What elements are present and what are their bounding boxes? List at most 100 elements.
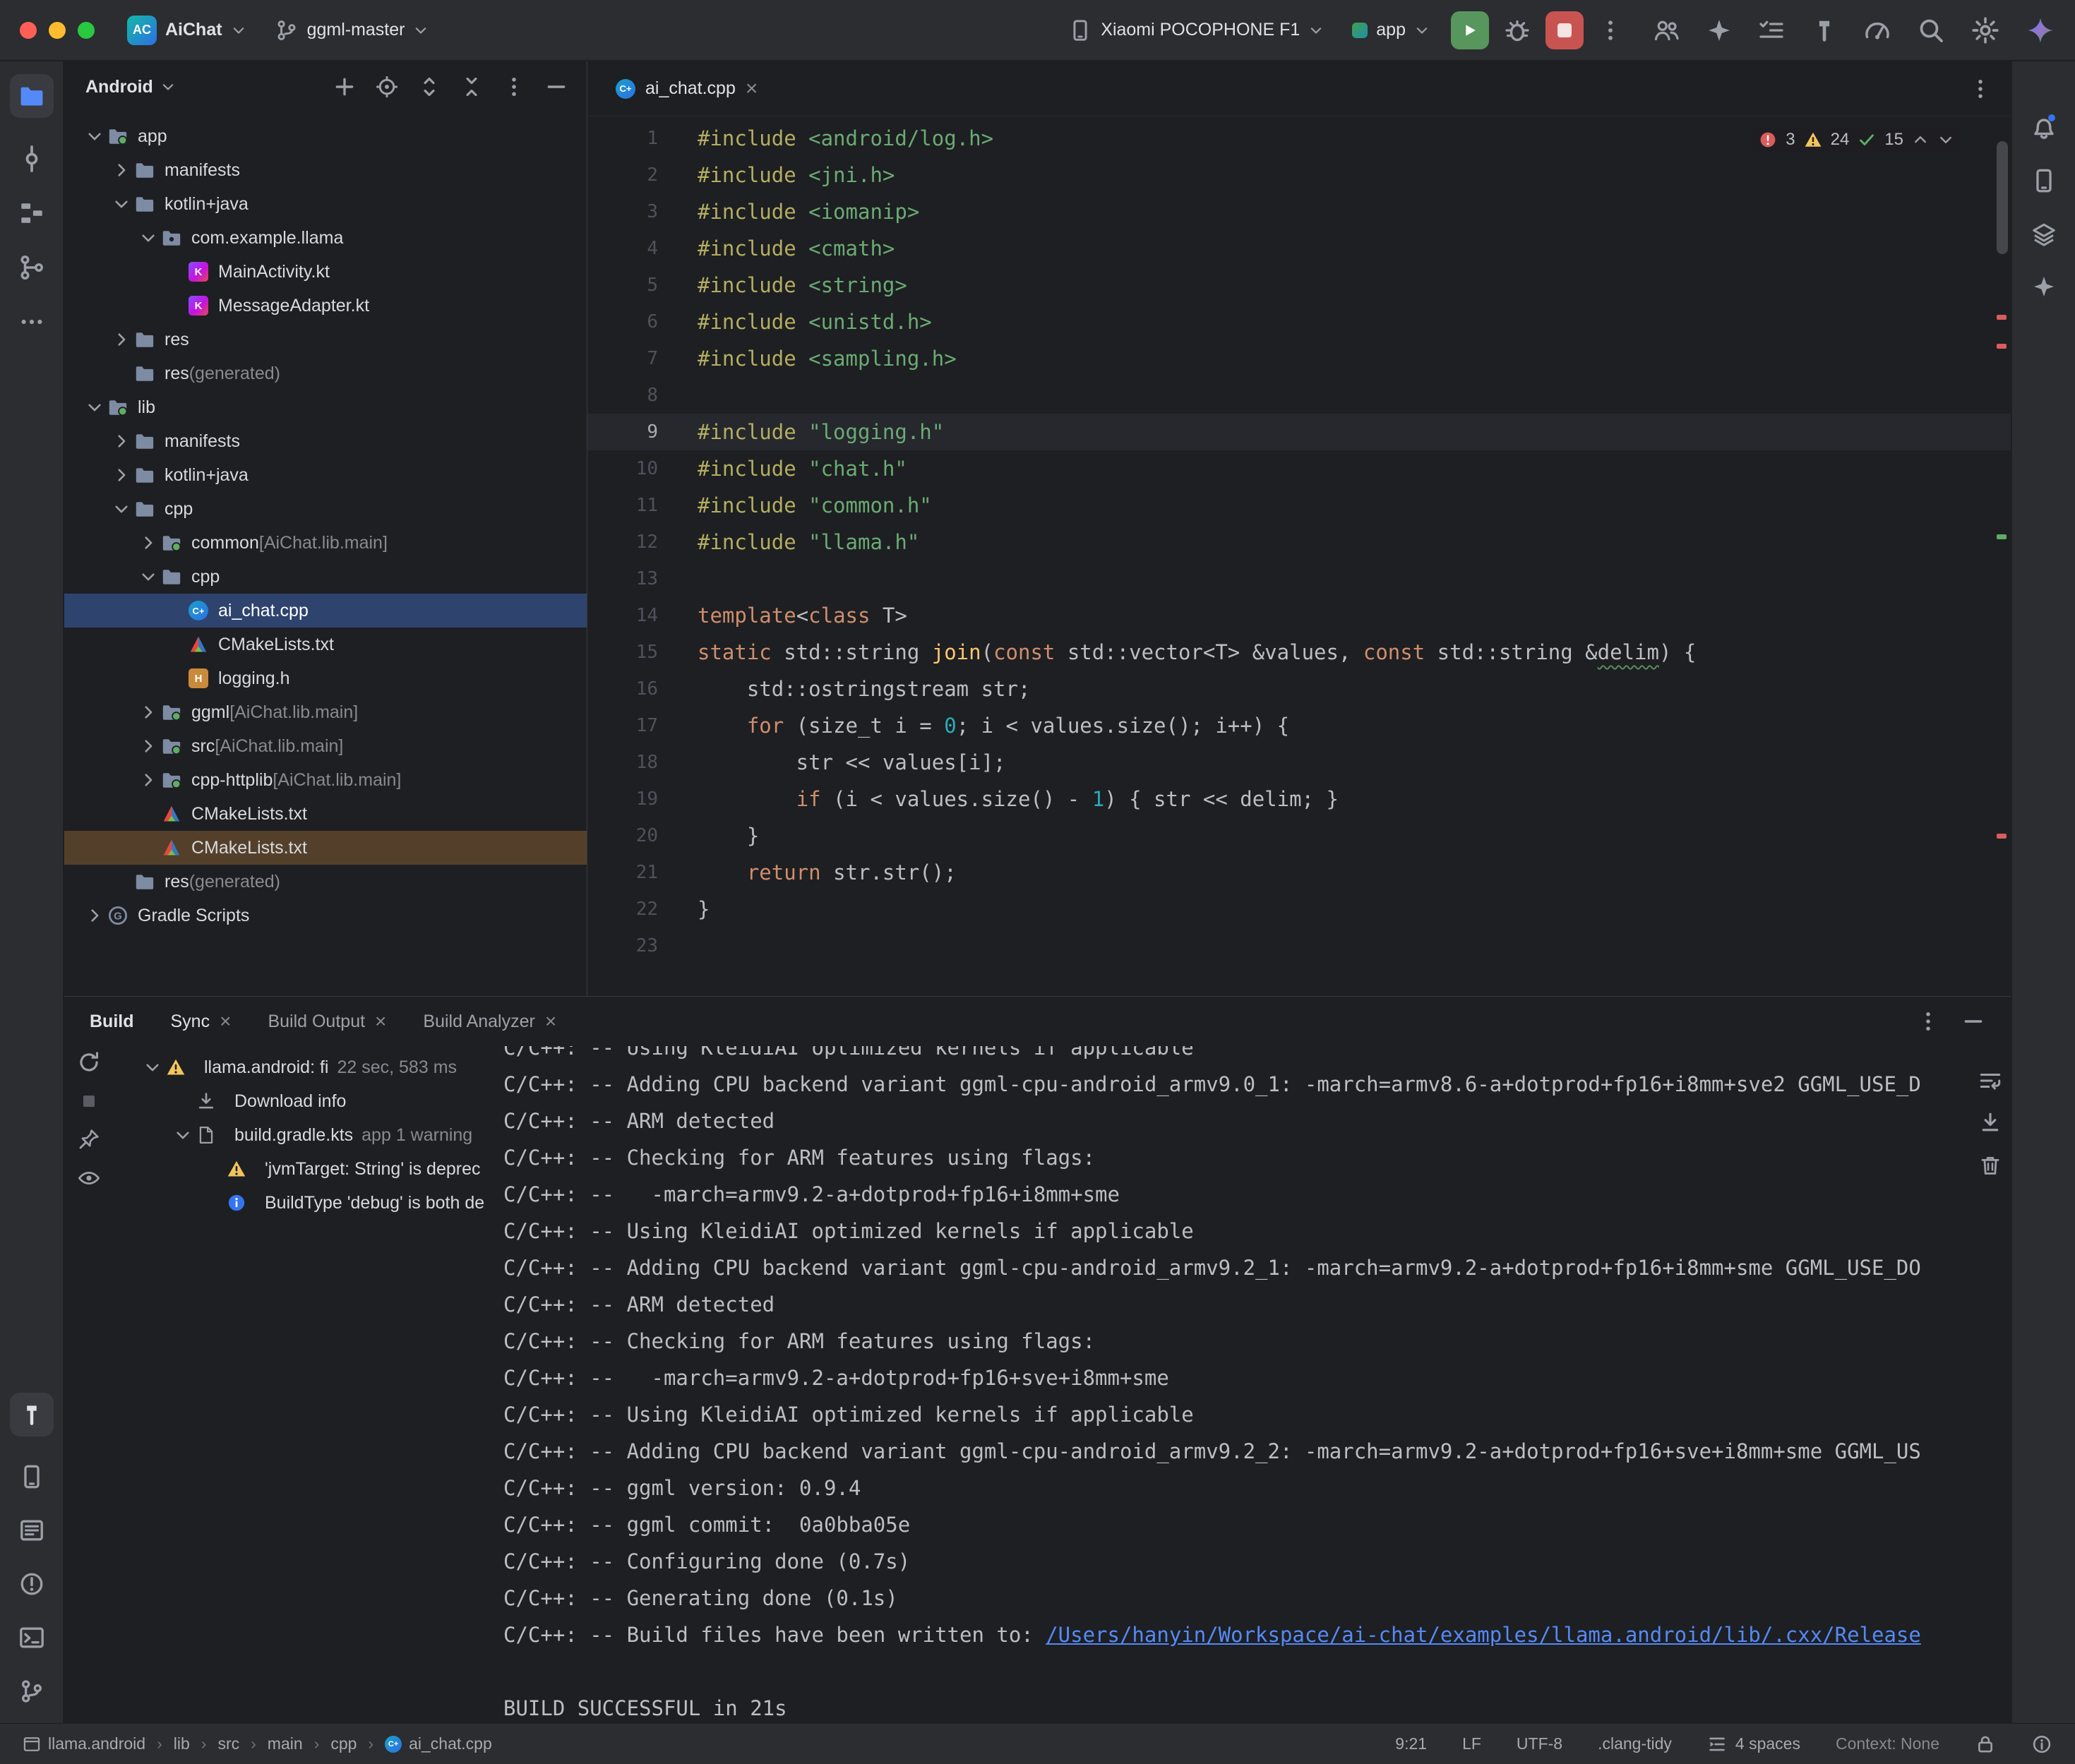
chevron-down-icon[interactable] (138, 229, 159, 247)
line-separator-widget[interactable]: LF (1462, 1734, 1481, 1753)
logcat-tool-button[interactable] (18, 1517, 45, 1544)
code-line[interactable]: 13 (587, 560, 2011, 597)
chevron-right-icon[interactable] (138, 703, 159, 721)
code-line[interactable]: 11#include "common.h" (587, 487, 2011, 524)
tree-item[interactable]: KMainActivity.kt (64, 255, 587, 289)
next-problem-icon[interactable] (1937, 131, 1954, 148)
todo-icon[interactable] (1757, 16, 1786, 44)
ai-assistant-icon[interactable] (1706, 18, 1732, 43)
chevron-down-icon[interactable] (84, 127, 105, 145)
encoding-widget[interactable]: UTF-8 (1517, 1734, 1562, 1753)
expand-all-icon[interactable] (417, 75, 441, 99)
editor-tab[interactable]: C+ ai_chat.cpp × (599, 61, 775, 116)
stop-build-icon[interactable] (78, 1090, 100, 1112)
error-stripe-mark[interactable] (1997, 834, 2007, 839)
code-line[interactable]: 18 str << values[i]; (587, 744, 2011, 781)
code-line[interactable]: 2#include <jni.h> (587, 157, 2011, 193)
stop-button[interactable] (1545, 11, 1584, 49)
structure-tool-button[interactable] (18, 200, 45, 227)
code-line[interactable]: 21 return str.str(); (587, 854, 2011, 891)
breadcrumb-item[interactable]: llama.android (23, 1734, 145, 1753)
tree-item[interactable]: CMakeLists.txt (64, 628, 587, 661)
code-line[interactable]: 22} (587, 891, 2011, 928)
settings-icon[interactable] (1971, 16, 2000, 45)
tree-item[interactable]: src [AiChat.lib.main] (64, 729, 587, 763)
more-tool-windows-icon[interactable] (18, 308, 45, 335)
status-info-icon[interactable] (2031, 1734, 2052, 1755)
chevron-right-icon[interactable] (111, 432, 132, 450)
tree-item[interactable]: kotlin+java (64, 187, 587, 221)
build-tree-item[interactable]: build.gradle.ktsapp 1 warning (114, 1118, 503, 1152)
build-project-icon[interactable] (1811, 17, 1838, 44)
project-tool-button[interactable] (10, 74, 54, 118)
run-button[interactable] (1451, 11, 1489, 49)
notifications-icon[interactable] (2030, 112, 2058, 140)
code-with-me-icon[interactable] (1653, 16, 1681, 44)
chevron-down-icon[interactable] (160, 79, 176, 95)
context-widget[interactable]: Context: None (1836, 1734, 1939, 1753)
branch-selector[interactable]: ggml-master (268, 14, 436, 47)
code-line[interactable]: 16 std::ostringstream str; (587, 671, 2011, 707)
chevron-right-icon[interactable] (111, 161, 132, 179)
chevron-down-icon[interactable] (172, 1126, 193, 1144)
code-line[interactable]: 20 } (587, 817, 2011, 854)
close-tab-icon[interactable]: × (545, 1012, 556, 1031)
error-stripe-mark[interactable] (1997, 315, 2007, 320)
filter-results-icon[interactable] (77, 1166, 101, 1190)
breadcrumb-item[interactable]: main (268, 1734, 303, 1753)
code-line[interactable]: 5#include <string> (587, 267, 2011, 304)
scrollbar-thumb[interactable] (1997, 141, 2008, 254)
chevron-down-icon[interactable] (138, 568, 159, 586)
new-item-icon[interactable] (333, 75, 357, 99)
debug-button[interactable] (1503, 16, 1531, 44)
lock-icon[interactable] (1975, 1734, 1996, 1755)
chevron-right-icon[interactable] (111, 330, 132, 349)
tree-item[interactable]: C+ai_chat.cpp (64, 594, 587, 628)
select-opened-file-icon[interactable] (375, 75, 399, 99)
zoom-window-button[interactable] (78, 22, 95, 39)
problems-tool-button[interactable] (18, 1571, 45, 1597)
chevron-down-icon[interactable] (111, 500, 132, 518)
build-tab[interactable]: Build Output× (268, 1012, 386, 1032)
tree-item[interactable]: cpp (64, 492, 587, 526)
build-tree-item[interactable]: Download info (114, 1084, 503, 1118)
hide-build-panel-icon[interactable] (1961, 1009, 1985, 1033)
breadcrumb-item[interactable]: C+ai_chat.cpp (385, 1734, 492, 1753)
code-line[interactable]: 6#include <unistd.h> (587, 304, 2011, 340)
change-stripe-mark[interactable] (1997, 534, 2007, 539)
close-tab-icon[interactable]: × (220, 1012, 231, 1031)
run-config-selector[interactable]: app (1345, 16, 1437, 44)
search-everywhere-icon[interactable] (1917, 16, 1945, 44)
minimize-window-button[interactable] (49, 22, 66, 39)
error-stripe-mark[interactable] (1997, 344, 2007, 349)
tree-item[interactable]: res (64, 323, 587, 356)
device-manager-tool-button[interactable] (2031, 167, 2057, 194)
tree-item[interactable]: CMakeLists.txt (64, 831, 587, 865)
build-options-icon[interactable] (1916, 1009, 1940, 1033)
code-line[interactable]: 23 (587, 928, 2011, 964)
tree-item[interactable]: cpp (64, 560, 587, 594)
tree-item[interactable]: ggml [AiChat.lib.main] (64, 695, 587, 729)
more-run-actions-icon[interactable] (1598, 18, 1623, 43)
breadcrumb-item[interactable]: lib (174, 1734, 190, 1753)
editor-scrollbar[interactable] (1992, 117, 2009, 996)
indent-widget[interactable]: 4 spaces (1707, 1734, 1800, 1754)
project-selector[interactable]: AC AiChat (120, 11, 253, 49)
build-tab[interactable]: Build Analyzer× (423, 1012, 556, 1032)
scroll-to-end-icon[interactable] (1978, 1111, 2002, 1135)
code-line[interactable]: 17 for (size_t i = 0; i < values.size();… (587, 707, 2011, 744)
clang-tidy-widget[interactable]: .clang-tidy (1598, 1734, 1672, 1753)
chevron-down-icon[interactable] (111, 195, 132, 213)
pull-requests-tool-button[interactable] (18, 253, 46, 282)
code-line[interactable]: 8 (587, 377, 2011, 414)
close-tab-icon[interactable]: × (746, 78, 758, 100)
clear-console-icon[interactable] (1978, 1153, 2002, 1177)
tree-item[interactable]: res (generated) (64, 865, 587, 899)
tree-item[interactable]: Hlogging.h (64, 661, 587, 695)
tree-item[interactable]: app (64, 119, 587, 153)
code-line[interactable]: 4#include <cmath> (587, 230, 2011, 267)
assistant-tool-button[interactable] (2032, 275, 2056, 299)
profiler-icon[interactable] (1863, 16, 1891, 44)
more-options-icon[interactable] (502, 75, 526, 99)
chevron-right-icon[interactable] (84, 906, 105, 925)
